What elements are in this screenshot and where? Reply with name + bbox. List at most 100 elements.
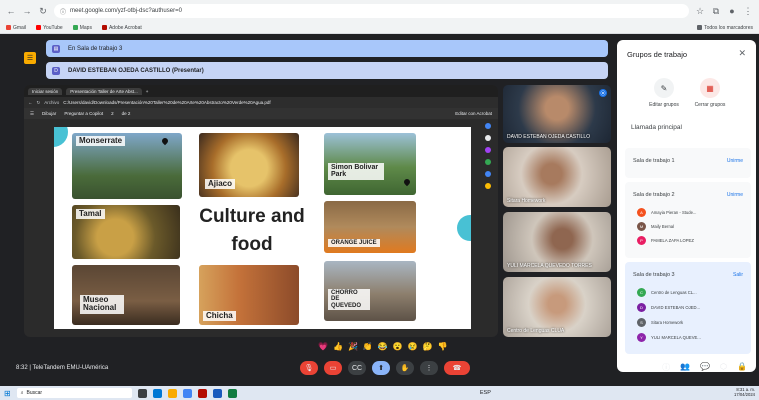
deco-circle: [457, 215, 471, 241]
mic-off-icon[interactable]: 🎙: [300, 361, 318, 375]
heart-reaction-icon[interactable]: 💗: [318, 342, 328, 351]
address-bar[interactable]: ⓘ meet.google.com/yzf-otbj-dsc?authuser=…: [54, 4, 689, 18]
sidebar-icon: [485, 135, 491, 141]
participant-tile[interactable]: Sitara Homework: [503, 147, 611, 207]
acrobat-icon: [101, 25, 107, 30]
present-icon[interactable]: ⬆: [372, 361, 390, 375]
room-card-current: Sala de trabajo 3 Salir C Centro de Lengu…: [625, 262, 751, 354]
profile-icon[interactable]: ●: [727, 6, 737, 16]
chat-icon[interactable]: 💬: [700, 362, 710, 373]
pdf-toolbar: ☰ Dibujar Preguntar a Copilot 2 de 2 Edi…: [24, 108, 498, 119]
bookmark-acrobat[interactable]: Adobe Acrobat: [101, 25, 142, 31]
chrome-icon[interactable]: [182, 388, 192, 398]
meeting-info: 8:32 | TeleTandem EMU-UAmérica: [16, 365, 109, 371]
excel-icon[interactable]: [227, 388, 237, 398]
room-card: Sala de trabajo 1 Unirme: [625, 148, 751, 178]
avatar: Y: [637, 333, 646, 342]
participant-tile[interactable]: YULI MARCELA QUEVEDO TORRES: [503, 212, 611, 272]
simon-bolivar-photo: Simon Bolivar Park: [324, 133, 416, 195]
reload-icon[interactable]: ↻: [38, 6, 48, 17]
info-icon[interactable]: ⓘ: [662, 362, 670, 373]
sidebar-icon: [485, 159, 491, 165]
room-card: Sala de trabajo 2 Unirme A Amayia Pieran …: [625, 182, 751, 258]
windows-taskbar: ⊞ ⌕ Buscar ESP 8:31 a. m. 17/04/2024: [0, 386, 759, 400]
file-explorer-icon[interactable]: [167, 388, 177, 398]
edge-icon[interactable]: [152, 388, 162, 398]
party-reaction-icon[interactable]: 🎉: [348, 342, 358, 351]
panel-title: Grupos de trabajo: [627, 50, 688, 59]
presenting-icon: D: [52, 66, 60, 75]
people-icon[interactable]: 👥: [680, 362, 690, 373]
extensions-icon[interactable]: ⧉: [711, 6, 721, 17]
participant-tile[interactable]: ⦿ DAVID ESTEBAN OJEDA CASTILLO: [503, 85, 611, 143]
activities-icon[interactable]: ⬡: [720, 362, 727, 373]
breakout-room-icon[interactable]: ☰: [24, 52, 36, 64]
windows-start-icon[interactable]: ⊞: [4, 389, 11, 398]
thumbs-down-reaction-icon[interactable]: 👎: [438, 342, 448, 351]
more-options-icon[interactable]: ⋮: [420, 361, 438, 375]
presenter-banner: D DAVID ESTEBAN OJEDA CASTILLO (Presenta…: [46, 62, 608, 79]
join-button[interactable]: Unirme: [727, 158, 743, 164]
presentation-slide: Monserrate Ajiaco Simon Bolivar Park Tam…: [54, 127, 471, 329]
taskbar-search[interactable]: ⌕ Buscar: [16, 388, 132, 398]
sidebar-icon: [485, 183, 491, 189]
leave-button[interactable]: Salir: [733, 272, 743, 278]
url-text: meet.google.com/yzf-otbj-dsc?authuser=0: [70, 8, 182, 14]
word-icon[interactable]: [212, 388, 222, 398]
edit-groups-button[interactable]: ✎ Editar grupos: [639, 78, 689, 108]
system-clock[interactable]: 8:31 a. m. 17/04/2024: [734, 388, 755, 397]
bookmark-youtube[interactable]: YouTube: [36, 25, 63, 31]
acrobat-icon[interactable]: [197, 388, 207, 398]
task-view-icon[interactable]: [137, 388, 147, 398]
maps-icon: [72, 25, 78, 30]
surprised-reaction-icon[interactable]: 😮: [393, 342, 403, 351]
draw-tool: Dibujar: [42, 111, 57, 116]
bookmark-star-icon[interactable]: ☆: [695, 6, 705, 17]
member-item: C Centro de Lenguas CL...: [637, 288, 697, 297]
avatar: P: [637, 236, 646, 245]
main-call-label[interactable]: Llamada principal: [631, 124, 682, 131]
breakout-banner: ▤ En Sala de trabajo 3: [46, 40, 608, 57]
meeting-title: TeleTandem EMU-UAmérica: [32, 365, 109, 371]
shared-browser-tabs: Iniciar sesión Presentación Taller de Ar…: [24, 85, 498, 97]
join-button[interactable]: Unirme: [727, 192, 743, 198]
close-icon[interactable]: ✕: [738, 48, 746, 59]
ask-copilot: Preguntar a Copilot: [64, 111, 104, 116]
forward-icon[interactable]: →: [22, 6, 32, 16]
member-item: P PAMELA ZAPA LOPEZ: [637, 236, 694, 245]
thumbs-up-reaction-icon[interactable]: 👍: [333, 342, 343, 351]
participant-tile[interactable]: Centro de Lenguas CLUA: [503, 277, 611, 337]
meeting-time: 8:32: [16, 365, 28, 371]
back-icon[interactable]: ←: [6, 6, 16, 16]
chicha-photo: Chicha: [199, 265, 299, 325]
member-item: M Maily Bernal: [637, 222, 674, 231]
captions-icon[interactable]: CC: [348, 361, 366, 375]
thinking-reaction-icon[interactable]: 🤔: [423, 342, 433, 351]
breakout-rooms-panel: Grupos de trabajo ✕ ✎ Editar grupos ▦ Ce…: [617, 40, 756, 372]
page-total: de 2: [121, 111, 131, 116]
menu-icon: ☰: [30, 110, 35, 116]
close-groups-button[interactable]: ▦ Cerrar grupos: [685, 78, 735, 108]
location-pin-icon: [402, 177, 412, 187]
site-info-icon[interactable]: ⓘ: [60, 7, 66, 16]
sidebar-icon: [485, 171, 491, 177]
slide-title: Culture and food: [199, 206, 305, 255]
camera-off-icon[interactable]: ▭: [324, 361, 342, 375]
laugh-reaction-icon[interactable]: 😂: [378, 342, 388, 351]
avatar: D: [637, 303, 646, 312]
all-bookmarks[interactable]: Todos los marcadores: [697, 25, 753, 31]
monserrate-photo: Monserrate: [72, 133, 182, 199]
clap-reaction-icon[interactable]: 👏: [363, 342, 373, 351]
sidebar-icon: [485, 123, 491, 129]
bookmark-maps[interactable]: Maps: [72, 25, 92, 31]
sidebar-icon: [485, 147, 491, 153]
bookmark-gmail[interactable]: Gmail: [6, 25, 26, 31]
raise-hand-icon[interactable]: ✋: [396, 361, 414, 375]
language-indicator[interactable]: ESP: [480, 390, 491, 396]
menu-icon[interactable]: ⋮: [743, 6, 753, 17]
host-controls-icon[interactable]: 🔒: [737, 362, 747, 373]
member-item: Y YULI MARCELA QUEVE...: [637, 333, 701, 342]
end-call-icon[interactable]: ☎: [444, 361, 470, 375]
sad-reaction-icon[interactable]: 😢: [408, 342, 418, 351]
chorro-photo: CHORRO DE QUEVEDO: [324, 261, 416, 321]
